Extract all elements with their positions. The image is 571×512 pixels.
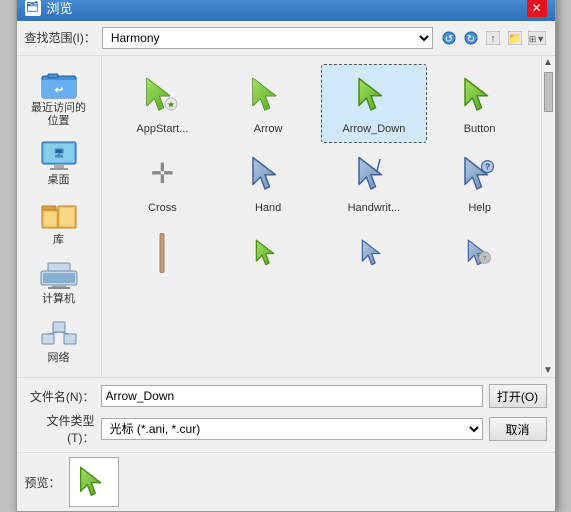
back-button[interactable]: ↺ <box>439 28 459 48</box>
preview-cursor-icon <box>78 464 110 500</box>
file-icon-help: ? <box>456 150 504 198</box>
cancel-button[interactable]: 取消 <box>489 417 547 441</box>
dialog-icon: 🗂 <box>25 0 41 16</box>
preview-box <box>69 457 119 507</box>
svg-text:?: ? <box>485 163 490 172</box>
svg-text:↻: ↻ <box>466 34 474 45</box>
new-folder-button[interactable]: 📁 <box>505 28 525 48</box>
toolbar-label: 查找范围(I)： <box>25 29 96 46</box>
library-icon <box>39 200 79 232</box>
up-button[interactable]: ↑ <box>483 28 503 48</box>
sidebar-computer-label: 计算机 <box>42 293 75 306</box>
svg-text:↺: ↺ <box>444 34 452 45</box>
desktop-icon: 🖥 <box>39 140 79 172</box>
sidebar-library-label: 库 <box>53 234 64 247</box>
sidebar-network-label: 网络 <box>48 352 70 365</box>
cross-symbol: ✛ <box>151 160 174 188</box>
file-icon-9 <box>138 229 186 277</box>
file-item-cross[interactable]: ✛ Cross <box>110 143 216 222</box>
computer-icon <box>39 259 79 291</box>
svg-text:↑: ↑ <box>490 33 496 45</box>
file-icon-12: ? <box>456 229 504 277</box>
file-icon-cross: ✛ <box>138 150 186 198</box>
preview-label: 预览： <box>25 474 61 491</box>
file-item-arrow-down[interactable]: ↓ Arrow_Down <box>321 64 427 143</box>
file-icon-10 <box>244 229 292 277</box>
scroll-thumb[interactable] <box>544 72 553 112</box>
file-grid: ★ AppStart... Arrow <box>102 56 541 377</box>
toolbar: 查找范围(I)： Harmony ↺ ↻ ↑ 📁 ⊞▼ <box>17 21 555 56</box>
file-icon-handwrit <box>350 150 398 198</box>
recent-icon: ↩ <box>39 68 79 100</box>
filetype-label: 文件类型(T)： <box>25 412 95 446</box>
filename-label: 文件名(N)： <box>25 388 95 405</box>
file-item-hand[interactable]: Hand <box>215 143 321 222</box>
file-label-cross: Cross <box>148 202 177 215</box>
sidebar-desktop-label: 桌面 <box>48 174 70 187</box>
scroll-down-btn[interactable]: ▼ <box>542 363 555 377</box>
svg-text:↓: ↓ <box>372 101 376 110</box>
browse-dialog: 🗂 浏览 ✕ 查找范围(I)： Harmony ↺ ↻ ↑ 📁 <box>16 0 556 512</box>
filename-input[interactable] <box>101 385 483 407</box>
file-label-help: Help <box>468 202 491 215</box>
sidebar-item-network[interactable]: 网络 <box>20 314 98 369</box>
open-button[interactable]: 打开(O) <box>489 384 547 408</box>
forward-button[interactable]: ↻ <box>461 28 481 48</box>
scroll-track[interactable] <box>542 114 555 363</box>
file-item-11[interactable] <box>321 222 427 288</box>
main-area: ↩ 最近访问的位置 🖥 桌面 <box>17 56 555 377</box>
title-bar: 🗂 浏览 ✕ <box>17 0 555 21</box>
file-label-arrow-down: Arrow_Down <box>342 123 405 136</box>
sidebar-item-recent[interactable]: ↩ 最近访问的位置 <box>20 64 98 132</box>
sidebar-recent-label: 最近访问的位置 <box>31 102 86 128</box>
file-label-handwrit: Handwrit... <box>348 202 401 215</box>
file-item-9[interactable] <box>110 222 216 288</box>
sidebar: ↩ 最近访问的位置 🖥 桌面 <box>17 56 102 377</box>
file-icon-arrow-down: ↓ <box>350 71 398 119</box>
file-label-button: Button <box>464 123 496 136</box>
sidebar-item-computer[interactable]: 计算机 <box>20 255 98 310</box>
title-bar-left: 🗂 浏览 <box>25 0 73 17</box>
toolbar-icons: ↺ ↻ ↑ 📁 ⊞▼ <box>439 28 547 48</box>
file-icon-11 <box>350 229 398 277</box>
dialog-title: 浏览 <box>47 0 73 17</box>
file-label-appstart: AppStart... <box>136 123 188 136</box>
svg-text:⊞▼: ⊞▼ <box>528 34 544 44</box>
scrollbar[interactable]: ▲ ▼ <box>541 56 555 377</box>
file-item-handwrit[interactable]: Handwrit... <box>321 143 427 222</box>
svg-text:🖥: 🖥 <box>53 148 64 158</box>
filename-row: 文件名(N)： 打开(O) <box>25 384 547 408</box>
file-icon-button <box>456 71 504 119</box>
file-icon-appstart: ★ <box>138 71 186 119</box>
file-icon-arrow <box>244 71 292 119</box>
file-item-12[interactable]: ? <box>427 222 533 288</box>
location-select[interactable]: Harmony <box>102 27 433 49</box>
preview-row: 预览： <box>17 452 555 511</box>
network-icon <box>39 318 79 350</box>
filetype-row: 文件类型(T)： 光标 (*.ani, *.cur) 取消 <box>25 412 547 446</box>
scroll-up-btn[interactable]: ▲ <box>542 56 555 70</box>
sidebar-item-desktop[interactable]: 🖥 桌面 <box>20 136 98 191</box>
sidebar-item-library[interactable]: 库 <box>20 196 98 251</box>
file-item-arrow[interactable]: Arrow <box>215 64 321 143</box>
file-label-arrow: Arrow <box>254 123 283 136</box>
view-options-button[interactable]: ⊞▼ <box>527 28 547 48</box>
filetype-select[interactable]: 光标 (*.ani, *.cur) <box>101 418 483 440</box>
bottom-bar: 文件名(N)： 打开(O) 文件类型(T)： 光标 (*.ani, *.cur)… <box>17 377 555 452</box>
file-item-appstart[interactable]: ★ AppStart... <box>110 64 216 143</box>
file-item-help[interactable]: ? Help <box>427 143 533 222</box>
svg-text:↩: ↩ <box>54 85 63 96</box>
file-area: ★ AppStart... Arrow <box>102 56 555 377</box>
file-icon-hand <box>244 150 292 198</box>
file-label-hand: Hand <box>255 202 281 215</box>
file-item-10[interactable] <box>215 222 321 288</box>
file-item-button[interactable]: Button <box>427 64 533 143</box>
close-button[interactable]: ✕ <box>527 0 547 17</box>
svg-text:📁: 📁 <box>508 33 522 45</box>
